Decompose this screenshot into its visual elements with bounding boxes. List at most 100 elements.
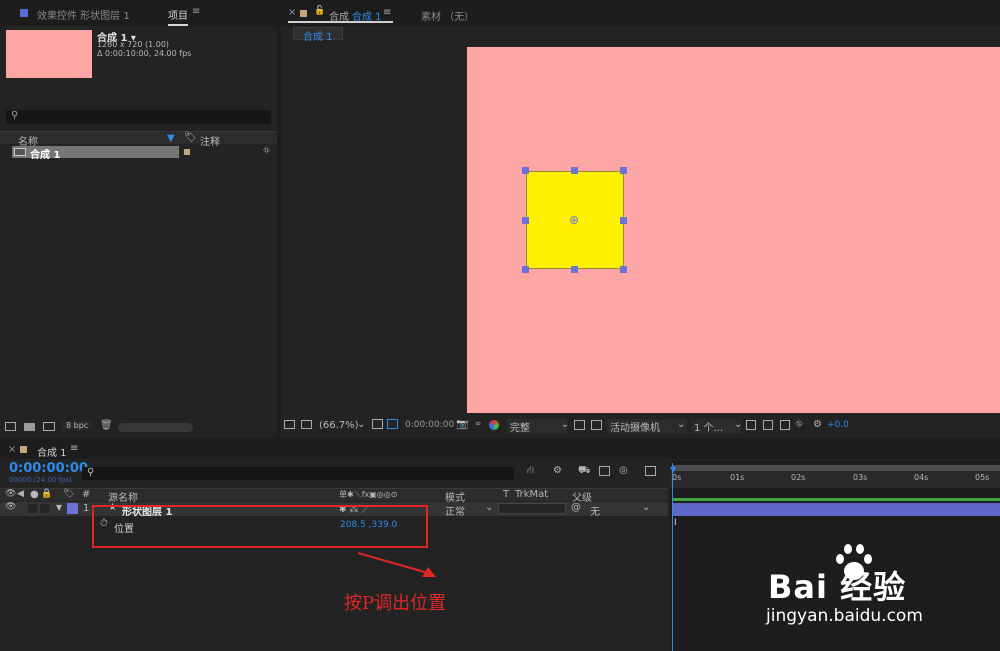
layer-duration-bar[interactable] <box>672 503 1000 516</box>
solo-checkbox[interactable] <box>40 504 49 513</box>
flowchart-icon[interactable]: ⛗ <box>263 146 270 156</box>
eye-icon[interactable]: 👁 <box>5 502 16 512</box>
ruler-tick: 03s <box>853 473 868 482</box>
chevron-down-icon[interactable]: ⌄ <box>677 419 685 430</box>
anchor-point-icon[interactable]: ⊕ <box>569 213 579 227</box>
audio-checkbox[interactable] <box>28 504 37 513</box>
comp-icon <box>14 148 26 156</box>
playhead-handle-icon[interactable]: ▼ <box>670 465 676 474</box>
timeline-frames: 00000 (24.00 fps) <box>9 476 72 484</box>
bbox-handle[interactable] <box>620 266 627 273</box>
label-color-chip[interactable] <box>184 149 190 155</box>
project-panel: 效果控件 形状图层 1 项目 ≡ 合成 1 ▾ 1280 x 720 (1.00… <box>0 0 277 438</box>
color-channel-icon[interactable] <box>489 420 499 430</box>
project-search-input[interactable]: ⚲ <box>6 110 271 124</box>
tab-effect-controls[interactable]: 效果控件 形状图层 1 <box>37 7 130 22</box>
snapshot-icon[interactable]: 📷 <box>456 419 468 430</box>
col-switches[interactable]: 单✱＼fx▣◎◎⊙ <box>339 489 397 500</box>
frame-blending-icon[interactable] <box>599 466 610 476</box>
col-t[interactable]: T <box>503 489 509 500</box>
chevron-down-icon[interactable]: ⌄ <box>734 419 742 430</box>
property-keyframe-marker[interactable]: I <box>674 518 677 528</box>
mask-visibility-icon[interactable] <box>387 419 398 429</box>
motion-blur-icon[interactable]: ◎ <box>619 465 628 476</box>
composition-panel: × 🔓 合成 合成 1 ≡ 素材 （无） 合成 1 ⊕ (66.7%) ⌄ 0:… <box>281 0 1000 438</box>
lock-icon[interactable]: 🔒 <box>41 489 52 499</box>
timeline-search-input[interactable]: ⚲ <box>82 467 514 480</box>
comp-canvas[interactable]: ⊕ <box>467 47 1000 413</box>
tab-footage[interactable]: 素材 （无） <box>421 8 474 23</box>
col-trkmat[interactable]: TrkMat <box>515 489 548 500</box>
time-ruler[interactable]: 0s 01s 02s 03s 04s 05s <box>670 471 1000 488</box>
chevron-down-icon[interactable]: ⌄ <box>357 419 365 430</box>
timeline-icon[interactable] <box>780 420 790 430</box>
expand-triangle-icon[interactable]: ▼ <box>56 503 62 512</box>
lock-icon[interactable]: 🔓 <box>314 6 325 16</box>
parent-dropdown[interactable]: 无 <box>590 503 600 518</box>
monitor-icon[interactable] <box>301 420 312 429</box>
layer-mode-dropdown[interactable]: 正常 <box>445 503 465 518</box>
comp-panel-menu-icon[interactable]: ≡ <box>383 7 391 18</box>
interpret-footage-icon[interactable] <box>5 422 16 431</box>
layer-label-color[interactable] <box>67 503 78 514</box>
sort-arrow-icon[interactable]: ▼ <box>167 133 175 144</box>
flowchart-icon[interactable]: ⛗ <box>795 419 803 430</box>
draft-3d-icon[interactable]: ⚙ <box>553 465 562 476</box>
bbox-handle[interactable] <box>620 167 627 174</box>
exposure-value[interactable]: +0.0 <box>827 420 849 430</box>
show-snapshot-icon[interactable]: ⚭ <box>474 419 482 430</box>
timeline-timecode[interactable]: 0:00:00:00 <box>9 461 88 476</box>
playhead[interactable] <box>672 463 673 651</box>
chevron-down-icon[interactable]: ⌄ <box>485 502 493 513</box>
project-scrollbar[interactable] <box>118 423 193 432</box>
label-tag-icon[interactable]: 🏷 <box>63 489 74 499</box>
composition-mini-flowchart-icon[interactable]: ⛙ <box>527 465 534 478</box>
col-comment[interactable]: 注释 <box>200 133 220 148</box>
close-icon[interactable]: × <box>288 7 296 18</box>
graph-editor-icon[interactable] <box>645 466 656 476</box>
panel-menu-icon[interactable]: ≡ <box>192 6 200 17</box>
comp-breadcrumb[interactable]: 合成 1 <box>293 27 343 43</box>
camera-dropdown[interactable]: 活动摄像机 <box>607 419 687 434</box>
reset-exposure-icon[interactable]: ⚙ <box>813 419 822 430</box>
bbox-handle[interactable] <box>571 266 578 273</box>
bbox-handle[interactable] <box>620 217 627 224</box>
new-folder-icon[interactable] <box>24 423 35 431</box>
baidu-watermark: Bai 经验 jingyan.baidu.com <box>762 540 982 635</box>
video-toggle-icon[interactable]: 👁 <box>5 489 16 499</box>
always-preview-icon[interactable] <box>284 420 295 429</box>
toggle-pixel-aspect-icon[interactable] <box>746 420 756 430</box>
trkmat-dropdown[interactable] <box>498 503 566 514</box>
solo-icon[interactable]: ● <box>30 489 39 500</box>
bbox-handle[interactable] <box>522 266 529 273</box>
zoom-dropdown[interactable]: (66.7%) <box>319 420 359 431</box>
region-of-interest-icon[interactable] <box>574 420 585 430</box>
timeline-tab[interactable]: 合成 1 <box>37 444 67 459</box>
chevron-down-icon[interactable]: ⌄ <box>561 419 569 430</box>
breadcrumb-label[interactable]: 合成 1 <box>303 28 333 43</box>
audio-toggle-icon[interactable]: ◀ <box>17 489 24 499</box>
item-name[interactable]: 合成 1 <box>30 146 60 161</box>
ruler-tick: 05s <box>975 473 990 482</box>
safe-margins-icon[interactable] <box>372 419 383 429</box>
new-comp-icon[interactable] <box>43 422 55 431</box>
bpc-label[interactable]: 8 bpc <box>62 421 93 430</box>
transparency-grid-icon[interactable] <box>591 420 602 430</box>
tab-project[interactable]: 项目 <box>168 7 188 26</box>
bbox-handle[interactable] <box>522 217 529 224</box>
pickwhip-icon[interactable]: @ <box>571 502 581 513</box>
bbox-handle[interactable] <box>522 167 529 174</box>
bbox-handle[interactable] <box>571 167 578 174</box>
fast-preview-icon[interactable] <box>763 420 773 430</box>
ruler-tick: 01s <box>730 473 745 482</box>
shy-layers-icon[interactable]: ⛟ <box>578 465 591 478</box>
close-icon[interactable]: × <box>8 444 16 455</box>
timeline-menu-icon[interactable]: ≡ <box>70 443 78 454</box>
project-item-row[interactable]: 合成 1 <box>12 146 179 161</box>
watermark-brand: Bai 经验 <box>768 568 907 606</box>
quality-dropdown[interactable]: 完整 <box>507 419 567 434</box>
current-timecode[interactable]: 0:00:00:00 <box>405 420 454 430</box>
chevron-down-icon[interactable]: ⌄ <box>642 502 650 513</box>
trash-icon[interactable]: 🗑 <box>100 420 113 431</box>
ruler-tick: 0s <box>672 473 682 482</box>
